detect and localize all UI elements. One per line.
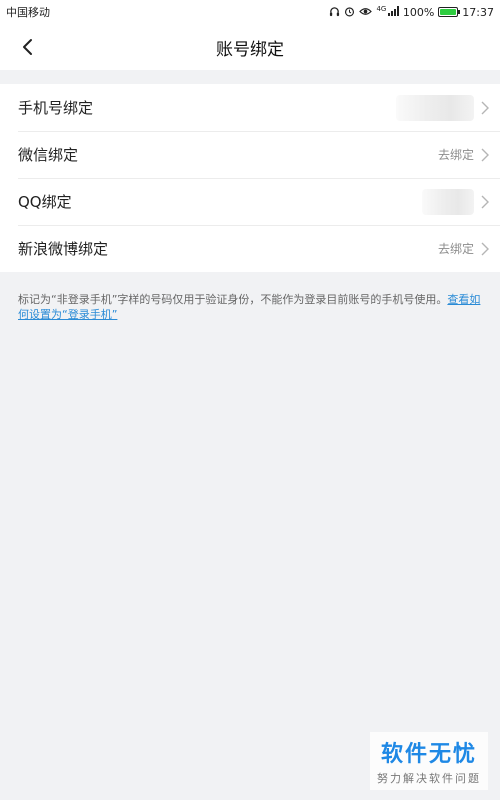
binding-status: 去绑定 [437,242,474,256]
binding-right [416,188,490,215]
status-indicators: 4G 100% 17:37 [329,6,494,19]
binding-note: 标记为“非登录手机”字样的号码仅用于验证身份，不能作为登录目前账号的手机号使用。… [0,272,500,322]
binding-label: 手机号绑定 [18,99,94,117]
headset-icon [329,6,340,19]
binding-label: QQ绑定 [18,193,72,211]
watermark-title: 软件无忧 [380,742,477,767]
binding-row-wechat[interactable]: 微信绑定 去绑定 [0,131,500,178]
alarm-icon [344,6,355,19]
chevron-right-icon [481,195,489,208]
carrier-name: 中国移动 [6,6,50,19]
clock: 17:37 [462,5,494,19]
binding-status: 去绑定 [437,148,474,162]
eye-icon [359,6,373,19]
binding-right [390,94,490,121]
signal-icon: 4G [376,5,399,18]
chevron-left-icon [23,39,32,55]
binding-row-qq[interactable]: QQ绑定 [0,178,500,225]
watermark-subtitle: 努力解决软件问题 [377,772,481,785]
chevron-right-icon [481,101,489,114]
binding-label: 新浪微博绑定 [18,240,109,258]
binding-right: 去绑定 [438,146,490,163]
binding-label: 微信绑定 [18,146,79,164]
binding-right: 去绑定 [438,240,490,257]
redacted-value [422,188,474,215]
binding-row-weibo[interactable]: 新浪微博绑定 去绑定 [0,225,500,272]
network-type: 4G [376,5,387,13]
chevron-right-icon [481,148,489,161]
chevron-right-icon [481,242,489,255]
note-text: 标记为“非登录手机”字样的号码仅用于验证身份，不能作为登录目前账号的手机号使用。 [18,293,448,306]
header: 账号绑定 [0,24,500,70]
status-bar: 中国移动 4G 100% 17:37 [0,0,500,24]
watermark: 软件无忧 努力解决软件问题 [370,732,488,790]
binding-row-phone[interactable]: 手机号绑定 [0,84,500,131]
back-button[interactable] [12,32,42,62]
redacted-value [396,94,474,121]
binding-list: 手机号绑定 微信绑定 去绑定 QQ绑定 新浪微博绑定 去绑定 [0,84,500,272]
battery-icon [438,7,461,17]
battery-percent: 100% [402,5,435,19]
page-title: 账号绑定 [216,39,284,60]
